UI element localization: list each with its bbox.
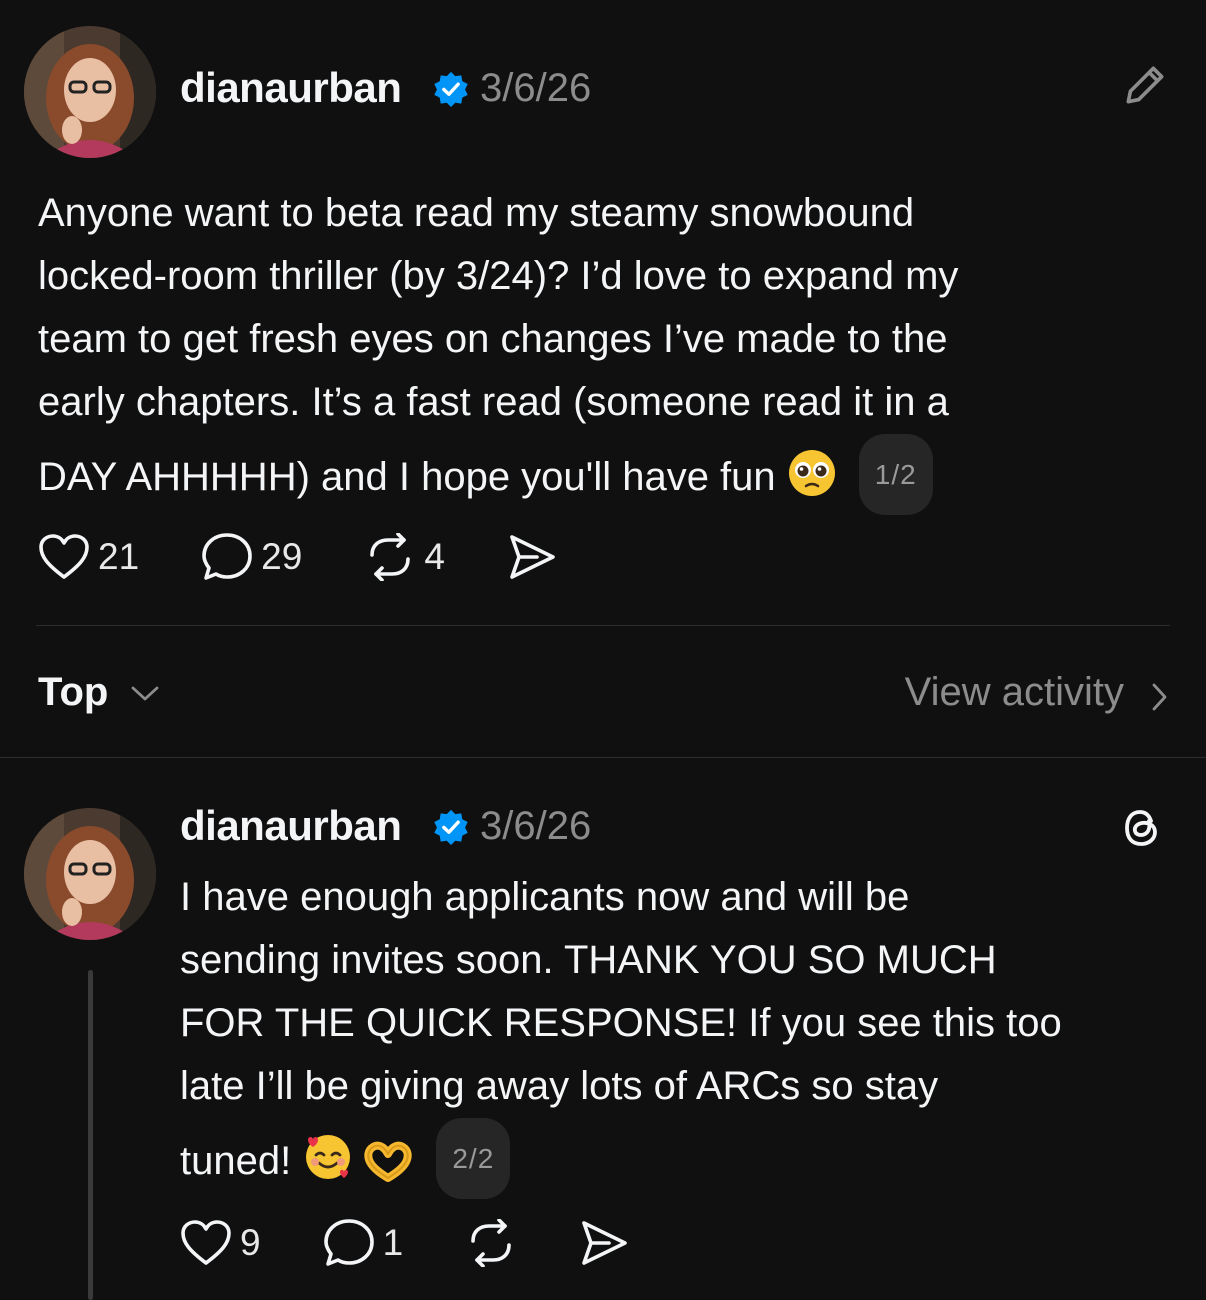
thread-page-badge: 1/2: [858, 434, 933, 515]
post-body: Anyone want to beta read my steamy snowb…: [38, 182, 1178, 515]
thread-page-badge: 2/2: [436, 1118, 511, 1199]
share-button[interactable]: [579, 1219, 629, 1267]
repost-button[interactable]: 4: [364, 533, 445, 581]
verified-badge-icon: [432, 70, 470, 108]
reply-button[interactable]: 29: [201, 532, 302, 582]
reply-count: 29: [261, 536, 303, 577]
comment-icon: [201, 532, 253, 582]
send-icon: [579, 1219, 629, 1267]
repost-button[interactable]: [465, 1219, 517, 1267]
repost-icon: [465, 1219, 517, 1267]
pencil-icon[interactable]: [1120, 60, 1170, 110]
like-button[interactable]: 21: [38, 533, 139, 581]
heart-icon: [38, 533, 90, 581]
send-icon: [507, 533, 557, 581]
chevron-down-icon[interactable]: [130, 684, 160, 704]
thread-connector-line: [88, 970, 93, 1300]
view-activity-link[interactable]: View activity: [905, 670, 1124, 715]
post-actions: 9 1: [180, 1218, 691, 1268]
reply-count: 1: [382, 1222, 404, 1263]
pleading-face-emoji-icon: [787, 448, 837, 498]
like-button[interactable]: 9: [180, 1219, 261, 1267]
avatar[interactable]: [24, 808, 156, 940]
threads-logo-icon[interactable]: [1118, 804, 1166, 852]
reply-post: dianaurban 3/6/26 I have enough applican…: [0, 758, 1206, 1286]
smiling-face-with-hearts-emoji-icon: [302, 1130, 354, 1182]
like-count: 21: [98, 536, 140, 577]
post-body: I have enough applicants now and will be…: [180, 866, 1180, 1199]
verified-badge-icon: [432, 808, 470, 846]
repost-icon: [364, 533, 416, 581]
post-actions: 21 29 4: [38, 532, 619, 582]
divider: [36, 625, 1170, 626]
like-count: 9: [240, 1222, 261, 1263]
sort-dropdown[interactable]: Top: [38, 670, 108, 715]
main-post: dianaurban 3/6/26 Anyone want to beta re…: [0, 0, 1206, 626]
replies-sort-bar: Top View activity: [0, 640, 1206, 756]
post-date: 3/6/26: [480, 66, 592, 110]
post-date: 3/6/26: [480, 804, 592, 848]
heart-icon: [180, 1219, 232, 1267]
heart-hands-emoji-icon: [362, 1138, 414, 1182]
share-button[interactable]: [507, 533, 557, 581]
username[interactable]: dianaurban: [180, 64, 402, 112]
username[interactable]: dianaurban: [180, 802, 402, 850]
repost-count: 4: [424, 536, 445, 577]
avatar[interactable]: [24, 26, 156, 158]
chevron-right-icon[interactable]: [1150, 682, 1170, 712]
reply-button[interactable]: 1: [323, 1218, 404, 1268]
comment-icon: [323, 1218, 375, 1268]
